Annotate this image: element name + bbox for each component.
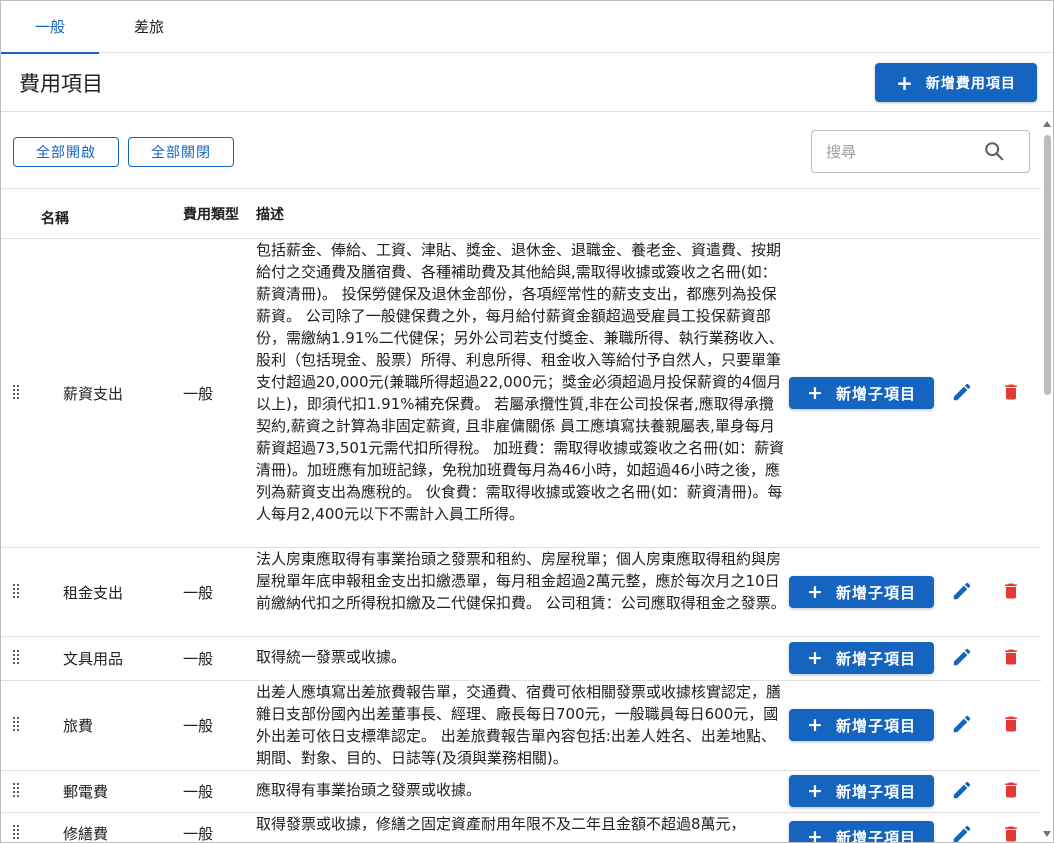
add-sub-item-button[interactable]: + 新增子項目 (789, 642, 934, 674)
row-name: 薪資支出 (63, 385, 124, 403)
row-description: 包括薪金、俸給、工資、津貼、獎金、退休金、退職金、養老金、資遣費、按期給付之交通… (256, 241, 785, 523)
drag-handle-icon[interactable] (13, 385, 21, 401)
add-sub-item-label: 新增子項目 (835, 828, 916, 843)
tab-travel[interactable]: 差旅 (99, 1, 199, 53)
row-name: 旅費 (63, 717, 94, 735)
plus-icon: + (896, 70, 914, 95)
table-row: 郵電費 一般 應取得有事業抬頭之發票或收據。 + 新增子項目 (1, 770, 1041, 812)
plus-icon: + (807, 580, 824, 603)
tab-general[interactable]: 一般 (1, 1, 99, 54)
search-input[interactable] (826, 131, 986, 172)
drag-handle-icon[interactable] (13, 825, 21, 841)
add-sub-item-button[interactable]: + 新增子項目 (789, 775, 934, 807)
row-type: 一般 (183, 717, 214, 735)
add-sub-item-button[interactable]: + 新增子項目 (789, 377, 934, 409)
add-sub-item-button[interactable]: + 新增子項目 (789, 821, 934, 843)
add-sub-item-label: 新增子項目 (835, 716, 916, 735)
plus-icon: + (807, 825, 824, 843)
row-name: 文具用品 (63, 650, 124, 668)
edit-icon[interactable] (951, 580, 973, 602)
app-frame: 一般 差旅 費用項目 + 新增費用項目 全部開啟 全部關閉 名稱 費用類型 描述… (0, 0, 1054, 843)
drag-handle-icon[interactable] (13, 650, 21, 666)
add-sub-item-button[interactable]: + 新增子項目 (789, 576, 934, 608)
add-expense-item-label: 新增費用項目 (925, 75, 1016, 92)
edit-icon[interactable] (951, 779, 973, 801)
drag-handle-icon[interactable] (13, 584, 21, 600)
row-name: 郵電費 (63, 783, 109, 801)
add-sub-item-label: 新增子項目 (835, 384, 916, 403)
row-description: 法人房東應取得有事業抬頭之發票和租約、房屋稅單；個人房東應取得租約與房屋稅單年底… (256, 550, 786, 612)
column-header-type: 費用類型 (183, 207, 239, 223)
table-row: 修繕費 一般 取得發票或收據，修繕之固定資產耐用年限不及二年且金額不超過8萬元，… (1, 812, 1041, 843)
header-divider (1, 111, 1053, 112)
row-type: 一般 (183, 385, 214, 403)
column-header-description: 描述 (256, 207, 284, 223)
row-description: 應取得有事業抬頭之發票或收據。 (256, 781, 482, 799)
row-description: 出差人應填寫出差旅費報告單，交通費、宿費可依相關發票或收據核實認定，膳雜日支部份… (256, 683, 782, 767)
tab-active-indicator (1, 52, 99, 54)
expand-all-button[interactable]: 全部開啟 (13, 137, 119, 167)
column-header-name: 名稱 (41, 211, 69, 227)
delete-icon[interactable] (1001, 713, 1021, 735)
add-expense-item-button[interactable]: + 新增費用項目 (875, 63, 1037, 102)
plus-icon: + (807, 779, 824, 802)
row-name: 修繕費 (63, 825, 109, 843)
plus-icon: + (807, 381, 824, 404)
tab-general-label: 一般 (34, 18, 65, 36)
scroll-thumb[interactable] (1044, 135, 1051, 395)
add-sub-item-button[interactable]: + 新增子項目 (789, 709, 934, 741)
row-type: 一般 (183, 825, 214, 843)
delete-icon[interactable] (1001, 580, 1021, 602)
edit-icon[interactable] (951, 823, 973, 843)
table-row: 旅費 一般 出差人應填寫出差旅費報告單，交通費、宿費可依相關發票或收據核實認定，… (1, 680, 1041, 770)
scroll-up-arrow-icon[interactable] (1043, 121, 1051, 127)
edit-icon[interactable] (951, 646, 973, 668)
add-sub-item-label: 新增子項目 (835, 649, 916, 668)
row-name: 租金支出 (63, 584, 124, 602)
tab-travel-label: 差旅 (133, 18, 164, 36)
table-row: 租金支出 一般 法人房東應取得有事業抬頭之發票和租約、房屋稅單；個人房東應取得租… (1, 547, 1041, 636)
row-type: 一般 (183, 650, 214, 668)
add-sub-item-label: 新增子項目 (835, 782, 916, 801)
table-row: 薪資支出 一般 包括薪金、俸給、工資、津貼、獎金、退休金、退職金、養老金、資遣費… (1, 238, 1041, 547)
tab-bar: 一般 差旅 (1, 1, 1053, 54)
edit-icon[interactable] (951, 381, 973, 403)
delete-icon[interactable] (1001, 381, 1021, 403)
delete-icon[interactable] (1001, 646, 1021, 668)
table-row: 文具用品 一般 取得統一發票或收據。 + 新增子項目 (1, 636, 1041, 680)
table-top-divider (1, 188, 1041, 189)
edit-icon[interactable] (951, 713, 973, 735)
delete-icon[interactable] (1001, 779, 1021, 801)
plus-icon: + (807, 646, 824, 669)
page-title: 費用項目 (19, 72, 103, 96)
add-sub-item-label: 新增子項目 (835, 583, 916, 602)
row-description: 取得統一發票或收據。 (256, 648, 407, 666)
row-type: 一般 (183, 783, 214, 801)
search-icon[interactable] (983, 140, 1005, 162)
plus-icon: + (807, 713, 824, 736)
collapse-all-button[interactable]: 全部關閉 (128, 137, 234, 167)
drag-handle-icon[interactable] (13, 717, 21, 733)
row-type: 一般 (183, 584, 214, 602)
scroll-down-arrow-icon[interactable] (1043, 831, 1051, 837)
vertical-scrollbar[interactable] (1041, 119, 1053, 842)
drag-handle-icon[interactable] (13, 783, 21, 799)
row-description: 取得發票或收據，修繕之固定資產耐用年限不及二年且金額不超過8萬元， (256, 815, 746, 833)
delete-icon[interactable] (1001, 823, 1021, 843)
